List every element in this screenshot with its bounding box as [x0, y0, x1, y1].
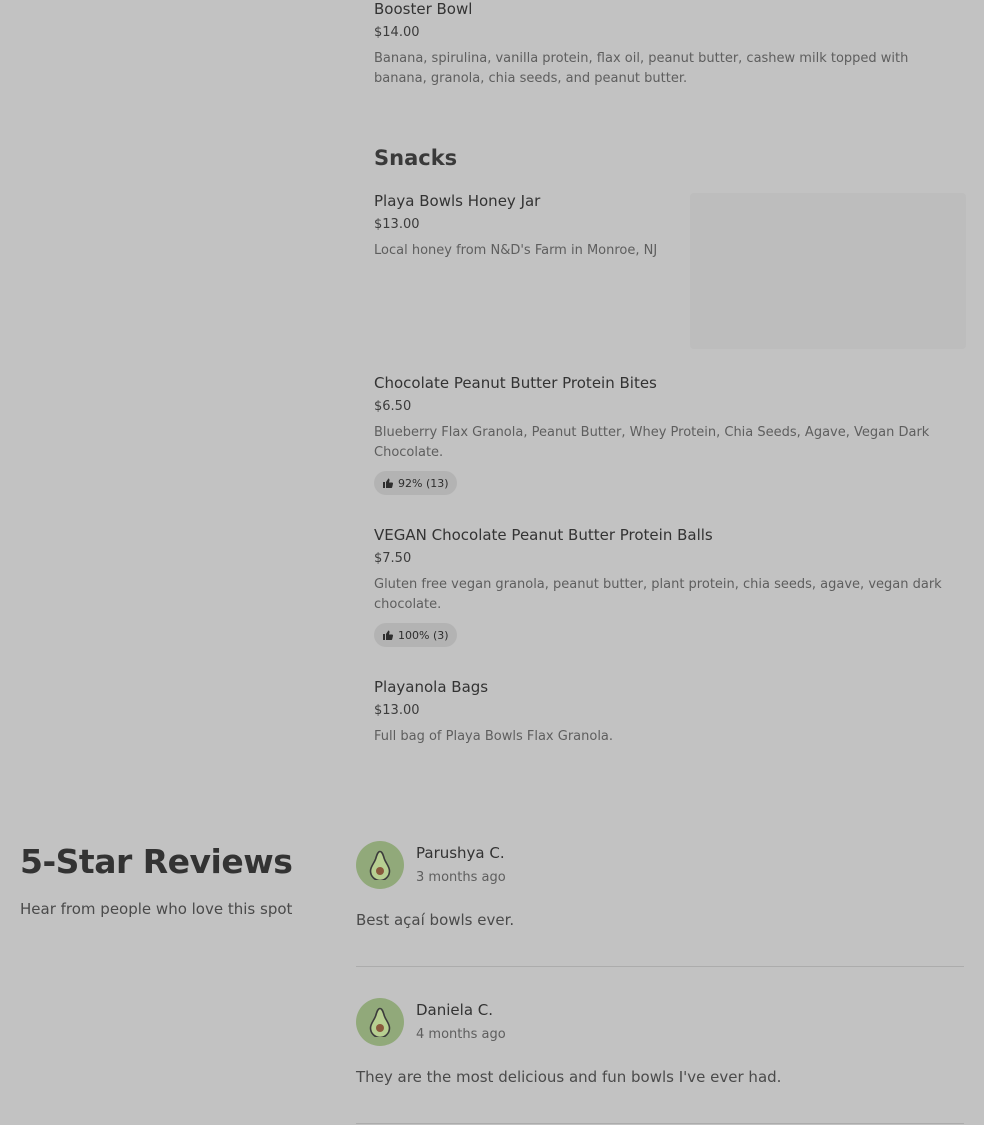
avocado-icon: [369, 850, 391, 880]
menu-item-description: Full bag of Playa Bowls Flax Granola.: [374, 729, 614, 744]
menu-item-name: Playanola Bags: [374, 678, 489, 696]
thumbs-up-icon: [383, 630, 394, 640]
review-divider: [356, 966, 964, 967]
menu-item-protein-bites[interactable]: Chocolate Peanut Butter Protein Bites $6…: [374, 374, 966, 495]
reviewer-name: Daniela C.: [416, 1001, 494, 1019]
reviewer-name: Parushya C.: [416, 844, 505, 862]
rating-badge: 92% (13): [374, 471, 457, 495]
menu-item-name: Booster Bowl: [374, 0, 473, 18]
menu-item-name: VEGAN Chocolate Peanut Butter Protein Ba…: [374, 526, 713, 544]
thumbs-up-icon: [383, 478, 394, 488]
review-divider: [356, 1123, 964, 1124]
menu-item-image[interactable]: [690, 193, 966, 349]
menu-item-protein-balls[interactable]: VEGAN Chocolate Peanut Butter Protein Ba…: [374, 526, 966, 647]
reviews-title: 5-Star Reviews: [20, 842, 293, 881]
menu-item-playanola-bags[interactable]: Playanola Bags $13.00 Full bag of Playa …: [374, 678, 966, 747]
menu-item-description: Blueberry Flax Granola, Peanut Butter, W…: [374, 425, 930, 460]
avatar: [356, 998, 404, 1046]
menu-item-price: $14.00: [374, 25, 420, 40]
snacks-section-title: Snacks: [374, 146, 458, 170]
menu-item-description: Banana, spirulina, vanilla protein, flax…: [374, 51, 909, 86]
review-text: Best açaí bowls ever.: [356, 911, 515, 929]
reviews-subtitle: Hear from people who love this spot: [20, 900, 293, 918]
rating-text: 100% (3): [398, 628, 449, 642]
avocado-icon: [369, 1007, 391, 1037]
review-text: They are the most delicious and fun bowl…: [356, 1068, 782, 1086]
menu-item-booster-bowl[interactable]: Booster Bowl $14.00 Banana, spirulina, v…: [374, 0, 966, 89]
avatar: [356, 841, 404, 889]
menu-item-price: $13.00: [374, 703, 420, 718]
menu-item-description: Local honey from N&D's Farm in Monroe, N…: [374, 243, 658, 258]
menu-item-name: Chocolate Peanut Butter Protein Bites: [374, 374, 657, 392]
rating-text: 92% (13): [398, 476, 449, 490]
rating-badge: 100% (3): [374, 623, 457, 647]
menu-item-price: $6.50: [374, 399, 412, 414]
review-time: 3 months ago: [416, 870, 506, 885]
review-time: 4 months ago: [416, 1027, 506, 1042]
menu-item-price: $7.50: [374, 551, 412, 566]
menu-item-description: Gluten free vegan granola, peanut butter…: [374, 577, 942, 612]
